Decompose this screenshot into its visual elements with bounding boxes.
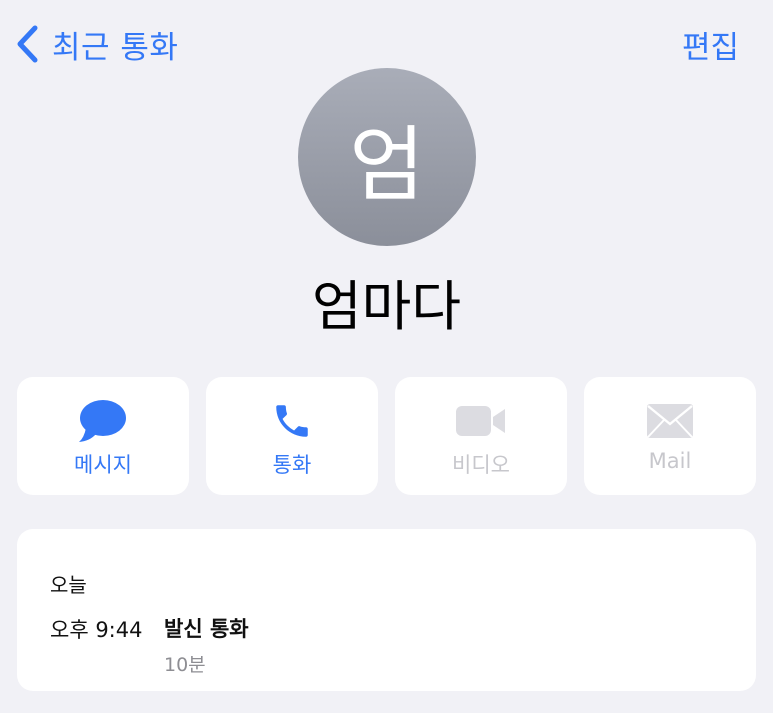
- phone-icon: [276, 405, 308, 437]
- history-day: 오늘: [50, 573, 87, 597]
- action-buttons: 메시지 통화 비디오 Mail: [17, 377, 756, 495]
- call-history-card: 오늘 오후 9:44 발신 통화 10분: [17, 529, 756, 691]
- video-camera-icon: [456, 406, 505, 436]
- message-button-label: 메시지: [74, 453, 132, 477]
- call-button[interactable]: 통화: [206, 377, 378, 495]
- message-bubble-icon: [79, 400, 126, 442]
- edit-button[interactable]: 편집: [682, 22, 739, 67]
- call-time: 오후 9:44: [50, 618, 143, 642]
- contact-name: 엄마다: [311, 275, 462, 338]
- mail-button[interactable]: Mail: [584, 377, 756, 495]
- message-button[interactable]: 메시지: [17, 377, 189, 495]
- call-button-label: 통화: [272, 453, 312, 477]
- back-button-label: 최근 통화: [52, 29, 179, 66]
- avatar-initial: 엄: [349, 117, 425, 213]
- avatar: 엄: [298, 68, 476, 246]
- video-button-label: 비디오: [452, 453, 510, 477]
- call-type: 발신 통화: [164, 617, 249, 641]
- envelope-icon: [647, 404, 693, 438]
- back-button[interactable]: 최근 통화: [14, 18, 178, 70]
- call-duration: 10분: [164, 654, 206, 676]
- mail-button-label: Mail: [648, 449, 692, 473]
- chevron-left-icon: [17, 25, 38, 63]
- video-button[interactable]: 비디오: [395, 377, 567, 495]
